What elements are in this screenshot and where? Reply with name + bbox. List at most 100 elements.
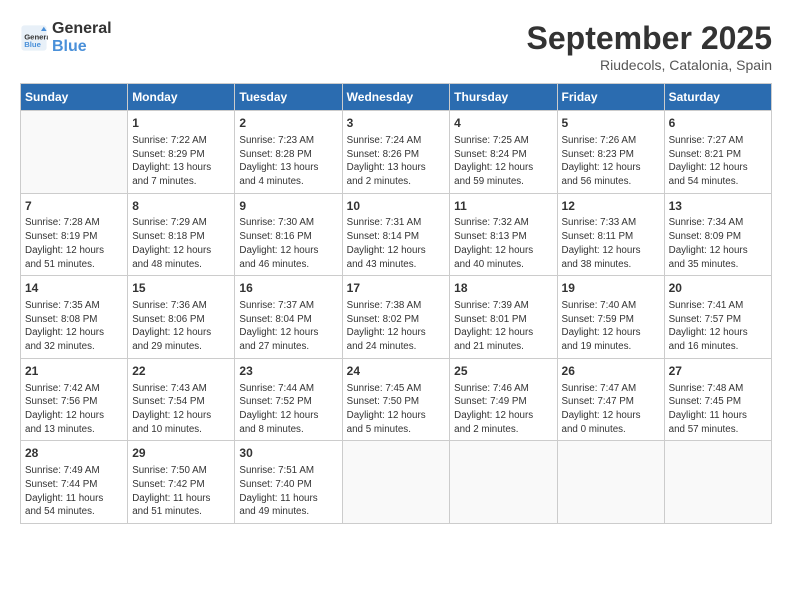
day-info: Sunrise: 7:42 AM Sunset: 7:56 PM Dayligh… bbox=[25, 382, 123, 437]
weekday-header-thursday: Thursday bbox=[450, 84, 557, 111]
calendar-week-1: 1 Sunrise: 7:22 AM Sunset: 8:29 PM Daylig… bbox=[21, 111, 772, 194]
day-number: 13 bbox=[669, 198, 767, 215]
day-number: 29 bbox=[132, 445, 230, 462]
day-info: Sunrise: 7:46 AM Sunset: 7:49 PM Dayligh… bbox=[454, 382, 552, 437]
calendar-week-3: 14 Sunrise: 7:35 AM Sunset: 8:08 PM Dayli… bbox=[21, 276, 772, 359]
day-info: Sunrise: 7:27 AM Sunset: 8:21 PM Dayligh… bbox=[669, 134, 767, 189]
day-info: Sunrise: 7:25 AM Sunset: 8:24 PM Dayligh… bbox=[454, 134, 552, 189]
calendar-table: SundayMondayTuesdayWednesdayThursdayFrid… bbox=[20, 83, 772, 524]
day-info: Sunrise: 7:40 AM Sunset: 7:59 PM Dayligh… bbox=[562, 299, 660, 354]
calendar-cell: 2 Sunrise: 7:23 AM Sunset: 8:28 PM Daylig… bbox=[235, 111, 342, 194]
day-info: Sunrise: 7:44 AM Sunset: 7:52 PM Dayligh… bbox=[239, 382, 337, 437]
day-number: 28 bbox=[25, 445, 123, 462]
day-number: 12 bbox=[562, 198, 660, 215]
day-info: Sunrise: 7:24 AM Sunset: 8:26 PM Dayligh… bbox=[347, 134, 446, 189]
day-number: 23 bbox=[239, 363, 337, 380]
calendar-cell: 19 Sunrise: 7:40 AM Sunset: 7:59 PM Dayli… bbox=[557, 276, 664, 359]
calendar-cell bbox=[664, 441, 771, 524]
calendar-cell: 4 Sunrise: 7:25 AM Sunset: 8:24 PM Daylig… bbox=[450, 111, 557, 194]
day-number: 4 bbox=[454, 115, 552, 132]
calendar-cell: 25 Sunrise: 7:46 AM Sunset: 7:49 PM Dayli… bbox=[450, 358, 557, 441]
svg-text:Blue: Blue bbox=[24, 40, 41, 49]
day-number: 19 bbox=[562, 280, 660, 297]
calendar-cell: 18Sunrise: 7:39 AM Sunset: 8:01 PM Dayli… bbox=[450, 276, 557, 359]
calendar-cell bbox=[342, 441, 450, 524]
day-info: Sunrise: 7:32 AM Sunset: 8:13 PM Dayligh… bbox=[454, 216, 552, 271]
calendar-cell: 24 Sunrise: 7:45 AM Sunset: 7:50 PM Dayli… bbox=[342, 358, 450, 441]
day-info: Sunrise: 7:35 AM Sunset: 8:08 PM Dayligh… bbox=[25, 299, 123, 354]
weekday-header-tuesday: Tuesday bbox=[235, 84, 342, 111]
day-info: Sunrise: 7:36 AM Sunset: 8:06 PM Dayligh… bbox=[132, 299, 230, 354]
day-number: 26 bbox=[562, 363, 660, 380]
calendar-cell: 16 Sunrise: 7:37 AM Sunset: 8:04 PM Dayli… bbox=[235, 276, 342, 359]
page-header: General Blue General Blue September 2025… bbox=[20, 20, 772, 73]
calendar-cell: 21 Sunrise: 7:42 AM Sunset: 7:56 PM Dayli… bbox=[21, 358, 128, 441]
logo-icon: General Blue bbox=[20, 24, 48, 52]
weekday-header-saturday: Saturday bbox=[664, 84, 771, 111]
day-number: 10 bbox=[347, 198, 446, 215]
day-info: Sunrise: 7:48 AM Sunset: 7:45 PM Dayligh… bbox=[669, 382, 767, 437]
calendar-cell bbox=[450, 441, 557, 524]
day-number: 6 bbox=[669, 115, 767, 132]
calendar-cell: 15 Sunrise: 7:36 AM Sunset: 8:06 PM Dayli… bbox=[128, 276, 235, 359]
calendar-cell: 9Sunrise: 7:30 AM Sunset: 8:16 PM Daylig… bbox=[235, 193, 342, 276]
day-number: 21 bbox=[25, 363, 123, 380]
calendar-cell bbox=[557, 441, 664, 524]
day-number: 16 bbox=[239, 280, 337, 297]
calendar-cell: 12Sunrise: 7:33 AM Sunset: 8:11 PM Dayli… bbox=[557, 193, 664, 276]
location-subtitle: Riudecols, Catalonia, Spain bbox=[527, 57, 772, 73]
day-number: 17 bbox=[347, 280, 446, 297]
day-number: 9 bbox=[239, 198, 337, 215]
day-info: Sunrise: 7:39 AM Sunset: 8:01 PM Dayligh… bbox=[454, 299, 552, 354]
day-info: Sunrise: 7:43 AM Sunset: 7:54 PM Dayligh… bbox=[132, 382, 230, 437]
day-info: Sunrise: 7:26 AM Sunset: 8:23 PM Dayligh… bbox=[562, 134, 660, 189]
day-number: 14 bbox=[25, 280, 123, 297]
calendar-cell: 13Sunrise: 7:34 AM Sunset: 8:09 PM Dayli… bbox=[664, 193, 771, 276]
calendar-cell: 20Sunrise: 7:41 AM Sunset: 7:57 PM Dayli… bbox=[664, 276, 771, 359]
calendar-cell: 3Sunrise: 7:24 AM Sunset: 8:26 PM Daylig… bbox=[342, 111, 450, 194]
calendar-cell: 5 Sunrise: 7:26 AM Sunset: 8:23 PM Daylig… bbox=[557, 111, 664, 194]
logo-blue: Blue bbox=[52, 38, 87, 55]
day-info: Sunrise: 7:49 AM Sunset: 7:44 PM Dayligh… bbox=[25, 464, 123, 519]
day-number: 22 bbox=[132, 363, 230, 380]
day-info: Sunrise: 7:28 AM Sunset: 8:19 PM Dayligh… bbox=[25, 216, 123, 271]
calendar-week-4: 21 Sunrise: 7:42 AM Sunset: 7:56 PM Dayli… bbox=[21, 358, 772, 441]
calendar-cell: 29 Sunrise: 7:50 AM Sunset: 7:42 PM Dayli… bbox=[128, 441, 235, 524]
day-info: Sunrise: 7:51 AM Sunset: 7:40 PM Dayligh… bbox=[239, 464, 337, 519]
calendar-cell bbox=[21, 111, 128, 194]
title-block: September 2025 Riudecols, Catalonia, Spa… bbox=[527, 20, 772, 73]
day-number: 7 bbox=[25, 198, 123, 215]
calendar-cell: 17Sunrise: 7:38 AM Sunset: 8:02 PM Dayli… bbox=[342, 276, 450, 359]
day-number: 5 bbox=[562, 115, 660, 132]
day-number: 24 bbox=[347, 363, 446, 380]
weekday-header-monday: Monday bbox=[128, 84, 235, 111]
logo-general: General bbox=[52, 20, 112, 37]
weekday-header-wednesday: Wednesday bbox=[342, 84, 450, 111]
calendar-cell: 1 Sunrise: 7:22 AM Sunset: 8:29 PM Daylig… bbox=[128, 111, 235, 194]
day-number: 2 bbox=[239, 115, 337, 132]
calendar-cell: 10Sunrise: 7:31 AM Sunset: 8:14 PM Dayli… bbox=[342, 193, 450, 276]
day-number: 25 bbox=[454, 363, 552, 380]
weekday-header-friday: Friday bbox=[557, 84, 664, 111]
day-info: Sunrise: 7:29 AM Sunset: 8:18 PM Dayligh… bbox=[132, 216, 230, 271]
calendar-cell: 14 Sunrise: 7:35 AM Sunset: 8:08 PM Dayli… bbox=[21, 276, 128, 359]
day-info: Sunrise: 7:37 AM Sunset: 8:04 PM Dayligh… bbox=[239, 299, 337, 354]
calendar-cell: 8Sunrise: 7:29 AM Sunset: 8:18 PM Daylig… bbox=[128, 193, 235, 276]
day-number: 1 bbox=[132, 115, 230, 132]
day-info: Sunrise: 7:22 AM Sunset: 8:29 PM Dayligh… bbox=[132, 134, 230, 189]
calendar-cell: 22 Sunrise: 7:43 AM Sunset: 7:54 PM Dayli… bbox=[128, 358, 235, 441]
day-number: 15 bbox=[132, 280, 230, 297]
day-info: Sunrise: 7:45 AM Sunset: 7:50 PM Dayligh… bbox=[347, 382, 446, 437]
day-info: Sunrise: 7:47 AM Sunset: 7:47 PM Dayligh… bbox=[562, 382, 660, 437]
logo: General Blue General Blue bbox=[20, 20, 112, 55]
weekday-header-sunday: Sunday bbox=[21, 84, 128, 111]
day-info: Sunrise: 7:34 AM Sunset: 8:09 PM Dayligh… bbox=[669, 216, 767, 271]
day-info: Sunrise: 7:33 AM Sunset: 8:11 PM Dayligh… bbox=[562, 216, 660, 271]
day-info: Sunrise: 7:50 AM Sunset: 7:42 PM Dayligh… bbox=[132, 464, 230, 519]
day-number: 11 bbox=[454, 198, 552, 215]
calendar-cell: 28 Sunrise: 7:49 AM Sunset: 7:44 PM Dayli… bbox=[21, 441, 128, 524]
month-title: September 2025 bbox=[527, 20, 772, 57]
calendar-week-5: 28 Sunrise: 7:49 AM Sunset: 7:44 PM Dayli… bbox=[21, 441, 772, 524]
day-info: Sunrise: 7:23 AM Sunset: 8:28 PM Dayligh… bbox=[239, 134, 337, 189]
calendar-cell: 11Sunrise: 7:32 AM Sunset: 8:13 PM Dayli… bbox=[450, 193, 557, 276]
